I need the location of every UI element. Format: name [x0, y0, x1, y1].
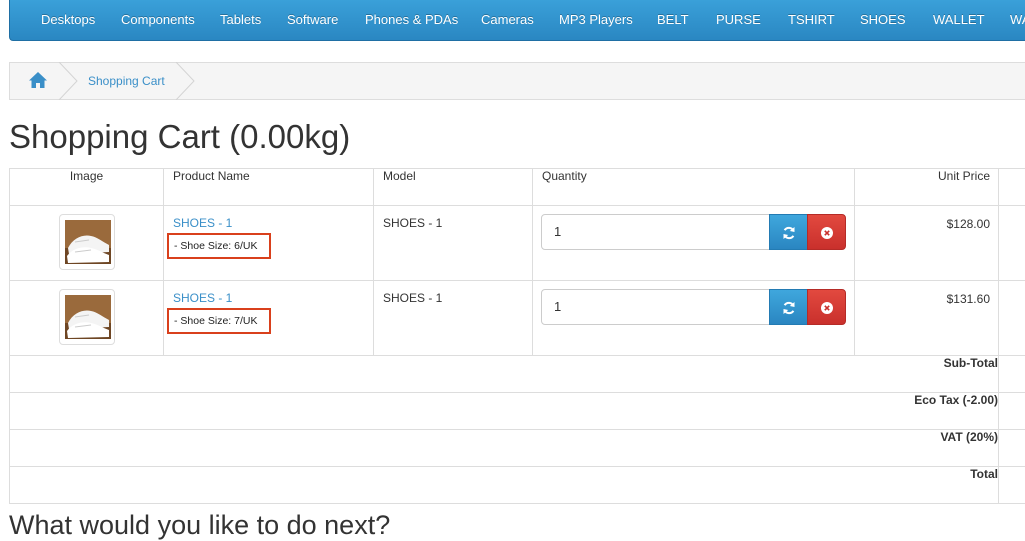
breadcrumb: Shopping Cart — [9, 62, 1025, 100]
eco-tax-row: Eco Tax (-2.00) — [10, 393, 1025, 430]
update-button[interactable] — [769, 289, 808, 325]
nav-item-belt[interactable]: BELT — [657, 0, 689, 40]
nav-item-tshirt[interactable]: TSHIRT — [788, 0, 835, 40]
close-circle-icon — [820, 226, 834, 240]
nav-item-phones[interactable]: Phones & PDAs — [365, 0, 458, 40]
total-label: Total — [10, 467, 999, 504]
remove-button[interactable] — [807, 289, 846, 325]
total-value — [999, 467, 1025, 504]
page-title: Shopping Cart (0.00kg) — [9, 118, 350, 156]
nav-item-tablets[interactable]: Tablets — [220, 0, 261, 40]
eco-tax-label: Eco Tax (-2.00) — [10, 393, 999, 430]
nav-item-desktops[interactable]: Desktops — [41, 0, 95, 40]
next-steps-heading: What would you like to do next? — [9, 510, 390, 541]
header-unit-price: Unit Price — [855, 169, 999, 206]
product-name-cell: SHOES - 1 - Shoe Size: 7/UK — [164, 281, 374, 356]
nav-item-software[interactable]: Software — [287, 0, 338, 40]
product-option: - Shoe Size: 7/UK — [167, 308, 271, 334]
table-row: SHOES - 1 - Shoe Size: 7/UK SHOES - 1 1 — [10, 281, 1025, 356]
nav-item-purse[interactable]: PURSE — [716, 0, 761, 40]
remove-button[interactable] — [807, 214, 846, 250]
nav-item-mp3-players[interactable]: MP3 Players — [559, 0, 633, 40]
header-product-name: Product Name — [164, 169, 374, 206]
product-option: - Shoe Size: 6/UK — [167, 233, 271, 259]
unit-price: $131.60 — [855, 292, 990, 306]
table-header-row: Image Product Name Model Quantity Unit P… — [10, 169, 1025, 206]
model-value: SHOES - 1 — [383, 291, 532, 305]
quantity-cell: 1 — [533, 281, 855, 356]
unit-price-cell: $131.60 — [855, 281, 999, 356]
header-total — [999, 169, 1025, 206]
cart-table: Image Product Name Model Quantity Unit P… — [9, 168, 1025, 504]
subtotal-row: Sub-Total — [10, 356, 1025, 393]
model-cell: SHOES - 1 — [374, 281, 533, 356]
nav-item-components[interactable]: Components — [121, 0, 195, 40]
breadcrumb-separator — [174, 62, 198, 100]
model-value: SHOES - 1 — [383, 216, 532, 230]
product-name-cell: SHOES - 1 - Shoe Size: 6/UK — [164, 206, 374, 281]
quantity-input[interactable]: 1 — [541, 214, 770, 250]
header-quantity: Quantity — [533, 169, 855, 206]
subtotal-label: Sub-Total — [10, 356, 999, 393]
header-model: Model — [374, 169, 533, 206]
model-cell: SHOES - 1 — [374, 206, 533, 281]
image-cell — [10, 206, 164, 281]
refresh-icon — [782, 226, 796, 240]
table-row: SHOES - 1 - Shoe Size: 6/UK SHOES - 1 1 — [10, 206, 1025, 281]
vat-value — [999, 430, 1025, 467]
product-name-link[interactable]: SHOES - 1 — [173, 216, 373, 230]
total-row: Total — [10, 467, 1025, 504]
update-button[interactable] — [769, 214, 808, 250]
subtotal-value — [999, 356, 1025, 393]
header-image: Image — [10, 169, 164, 206]
product-name-link[interactable]: SHOES - 1 — [173, 291, 373, 305]
quantity-cell: 1 — [533, 206, 855, 281]
quantity-input[interactable]: 1 — [541, 289, 770, 325]
product-thumbnail[interactable] — [59, 214, 115, 270]
home-icon[interactable] — [28, 71, 50, 91]
refresh-icon — [782, 301, 796, 315]
image-cell — [10, 281, 164, 356]
nav-item-shoes[interactable]: SHOES — [860, 0, 906, 40]
nav-item-wallet[interactable]: WALLET — [933, 0, 985, 40]
close-circle-icon — [820, 301, 834, 315]
unit-price: $128.00 — [855, 217, 990, 231]
product-thumbnail[interactable] — [59, 289, 115, 345]
unit-price-cell: $128.00 — [855, 206, 999, 281]
top-nav: Desktops Components Tablets Software Pho… — [9, 0, 1025, 41]
breadcrumb-separator — [57, 62, 81, 100]
nav-item-overflow[interactable]: WA — [1010, 0, 1025, 40]
eco-tax-value — [999, 393, 1025, 430]
vat-row: VAT (20%) — [10, 430, 1025, 467]
breadcrumb-shopping-cart[interactable]: Shopping Cart — [88, 63, 165, 99]
total-cell — [999, 281, 1025, 356]
nav-item-cameras[interactable]: Cameras — [481, 0, 534, 40]
vat-label: VAT (20%) — [10, 430, 999, 467]
total-cell — [999, 206, 1025, 281]
